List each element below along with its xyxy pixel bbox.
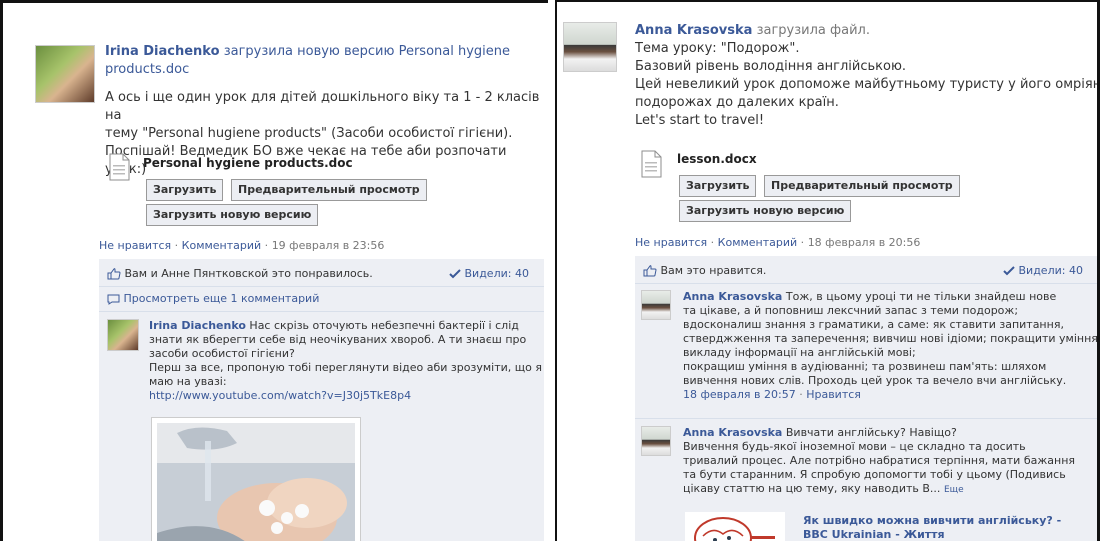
divider xyxy=(99,311,544,312)
file-name[interactable]: lesson.docx xyxy=(677,150,757,168)
comment-line: вивчення нових слів. Проходь цей урок та… xyxy=(683,374,1067,387)
body-line: Базовий рівень володіння англійською. xyxy=(635,59,907,74)
seen-label: Видели: 40 xyxy=(464,267,529,280)
likes-row: Вам и Анне Пянтковской это понравилось. xyxy=(107,267,427,281)
divider xyxy=(99,286,544,287)
comment-body: Anna Krasovska Тож, в цьому уроці ти не … xyxy=(683,290,1100,402)
handwashing-image xyxy=(157,423,355,541)
comment-url[interactable]: http://www.youtube.com/watch?v=J30j5TkE8… xyxy=(149,389,544,403)
preview-button[interactable]: Предварительный просмотр xyxy=(764,175,960,197)
comment-line: тривалий процес. Але потрібно набратися … xyxy=(683,454,1076,467)
comment-line: Нас скрізь оточують небезпечні бактерії … xyxy=(249,319,519,332)
body-line: А ось і ще один урок для дітей дошкільно… xyxy=(105,90,540,123)
author-avatar[interactable] xyxy=(563,22,617,72)
comment-body: Anna Krasovska Вивчати англійську? Навіщ… xyxy=(683,426,1100,497)
commenter-avatar[interactable] xyxy=(641,426,671,456)
file-name[interactable]: Personal hygiene products.doc xyxy=(143,154,353,172)
video-thumbnail[interactable] xyxy=(151,417,361,541)
commenter-avatar[interactable] xyxy=(107,319,139,351)
body-line: Цей невеликий урок допоможе майбутньому … xyxy=(635,77,1100,92)
comment-line: стверджження та заперечення; вивчиш нові… xyxy=(683,332,1098,345)
divider xyxy=(635,418,1100,419)
divider xyxy=(635,283,1100,284)
brain-image xyxy=(685,512,785,541)
commenter-avatar[interactable] xyxy=(641,290,671,320)
link-title-line: BBC Ukrainian - Життя xyxy=(803,528,945,541)
likes-text[interactable]: Вам это нравится. xyxy=(661,264,767,277)
comments-area: Вам это нравится. Видели: 40 Anna Krasov… xyxy=(635,256,1100,541)
seen-count[interactable]: Видели: 40 xyxy=(449,267,529,281)
author-name[interactable]: Anna Krasovska xyxy=(635,23,752,38)
right-post: Anna Krasovska загрузила файл. Тема урок… xyxy=(555,0,1100,541)
author-avatar[interactable] xyxy=(35,45,95,103)
post-header: Irina Diachenko загрузила новую версию P… xyxy=(105,43,535,79)
upload-new-version-button[interactable]: Загрузить новую версию xyxy=(146,204,319,226)
comment-line: маю на увазі: xyxy=(149,375,227,388)
like-comment-link[interactable]: Нравится xyxy=(806,388,861,401)
comment-body: Irina Diachenko Нас скрізь оточують небе… xyxy=(149,319,544,403)
post-meta: Не нравится · Комментарий · 18 февраля в… xyxy=(635,236,921,249)
link-preview-title[interactable]: Як швидко можна вивчити англійську? - BB… xyxy=(803,514,1100,541)
comment-line: та цікаве, а й поповниш лексчний запас з… xyxy=(683,304,1019,317)
comment-line: засоби особистої гігієни? xyxy=(149,347,295,360)
post-date[interactable]: 19 февраля в 23:56 xyxy=(272,239,385,252)
author-name[interactable]: Irina Diachenko xyxy=(105,44,220,59)
document-icon xyxy=(109,153,130,181)
comment-author[interactable]: Anna Krasovska xyxy=(683,290,782,303)
more-link[interactable]: Еще xyxy=(944,485,964,495)
link-title-line: Як швидко можна вивчити англійську? - xyxy=(803,514,1062,527)
body-line: тему "Personal hugiene products" (Засоби… xyxy=(105,126,513,141)
post-header: Anna Krasovska загрузила файл. xyxy=(635,22,1100,40)
download-button[interactable]: Загрузить xyxy=(146,179,224,201)
left-post: Irina Diachenko загрузила новую версию P… xyxy=(0,0,548,541)
seen-count[interactable]: Видели: 40 xyxy=(1003,264,1083,278)
unlike-link[interactable]: Не нравится xyxy=(635,236,707,249)
likes-text[interactable]: Вам и Анне Пянтковской это понравилось. xyxy=(125,267,373,280)
document-icon xyxy=(641,150,662,178)
post-meta: Не нравится · Комментарий · 19 февраля в… xyxy=(99,239,385,252)
comment-line: цікаву статтю на цю тему, яку наводить В… xyxy=(683,482,941,495)
comment-author[interactable]: Irina Diachenko xyxy=(149,319,246,332)
screenshot: Irina Diachenko загрузила новую версию P… xyxy=(0,0,1100,541)
comment-line: вдосконалиш знання з граматики, а саме: … xyxy=(683,318,1064,331)
comment-line: Перш за все, пропоную тобі переглянути в… xyxy=(149,361,542,374)
comment-link[interactable]: Комментарий xyxy=(718,236,798,249)
body-line: Тема уроку: "Подорож". xyxy=(635,41,800,56)
body-line: подорожах до далеких країн. xyxy=(635,95,839,110)
view-more-comments[interactable]: Просмотреть еще 1 комментарий xyxy=(107,292,319,306)
thumbs-up-icon xyxy=(643,265,657,277)
comment-line: та бути старанним. Я спробую допомогти т… xyxy=(683,468,1066,481)
post-body: Тема уроку: "Подорож". Базовий рівень во… xyxy=(635,40,1100,130)
comment-line: Тож, в цьому уроці ти не тільки знайдеш … xyxy=(785,290,1057,303)
comment-line: Вивчення будь-якої іноземної мови – це с… xyxy=(683,440,1026,453)
upload-new-version-button[interactable]: Загрузить новую версию xyxy=(679,200,852,222)
unlike-link[interactable]: Не нравится xyxy=(99,239,171,252)
post-action: загрузила файл. xyxy=(756,23,870,38)
comment-line: покращиш уміння в аудіюванні; та розвине… xyxy=(683,360,1047,373)
comment-line: знати як вберегти себе від неочікуваних … xyxy=(149,333,527,346)
link-preview-thumbnail[interactable] xyxy=(685,512,785,541)
comment-link[interactable]: Комментарий xyxy=(182,239,262,252)
comment-bubble-icon xyxy=(107,294,120,305)
comment-date[interactable]: 18 февраля в 20:57 xyxy=(683,388,796,401)
comment-line: Вивчати англійську? Навіщо? xyxy=(785,426,957,439)
likes-row: Вам это нравится. xyxy=(643,264,943,278)
checkmark-icon xyxy=(449,269,461,279)
post-date[interactable]: 18 февраля в 20:56 xyxy=(808,236,921,249)
seen-label: Видели: 40 xyxy=(1018,264,1083,277)
body-line: Let's start to travel! xyxy=(635,113,765,128)
preview-button[interactable]: Предварительный просмотр xyxy=(231,179,427,201)
view-more-label: Просмотреть еще 1 комментарий xyxy=(123,292,320,305)
comments-area: Вам и Анне Пянтковской это понравилось. … xyxy=(99,259,544,541)
checkmark-icon xyxy=(1003,266,1015,276)
thumbs-up-icon xyxy=(107,268,121,280)
comment-author[interactable]: Anna Krasovska xyxy=(683,426,782,439)
download-button[interactable]: Загрузить xyxy=(679,175,757,197)
comment-line: викладу інформації на англійській мові; xyxy=(683,346,916,359)
